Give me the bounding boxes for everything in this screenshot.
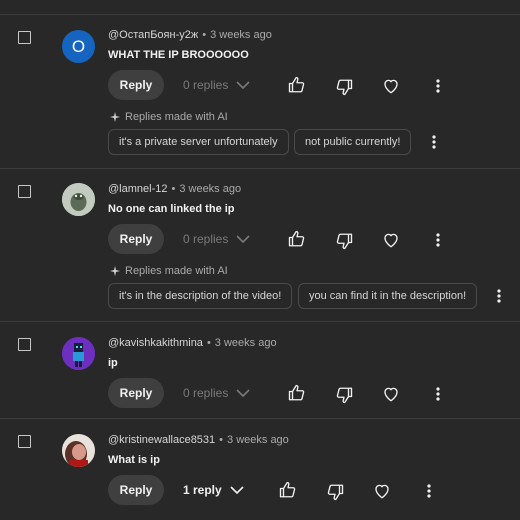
thumbs-up-icon [288,384,305,401]
author-handle[interactable]: @lamnel-12 [108,183,167,195]
suggested-reply-chip[interactable]: not public currently! [294,129,412,155]
comment-age[interactable]: 3 weeks ago [179,183,241,195]
suggestions-more-button[interactable] [424,132,444,152]
replies-toggle[interactable]: 1 reply [183,483,244,497]
more-actions-button[interactable] [428,76,448,96]
meta-separator: • [219,434,224,446]
dislike-button[interactable] [334,385,354,405]
comment-age[interactable]: 3 weeks ago [227,434,289,446]
comment-item: @lamnel-12 • 3 weeks ago No one can linked… [0,169,520,321]
comment-meta: @kristinewallace8531 • 3 weeks ago [108,434,289,446]
comment-text: No one can linked the ip [108,203,235,215]
ai-replies-text: Replies made with AI [125,265,228,277]
comment-text: WHAT THE IP BROOOOOO [108,49,249,61]
dislike-button[interactable] [325,482,345,502]
comment-meta: @ОстапБоян-у2ж • 3 weeks ago [108,29,272,41]
heart-button[interactable] [372,481,392,501]
like-button[interactable] [287,383,307,403]
heart-icon [384,233,398,248]
more-vert-icon [436,387,440,401]
select-checkbox[interactable] [18,435,31,448]
more-actions-button[interactable] [419,481,439,501]
heart-button[interactable] [381,230,401,250]
more-vert-icon [436,79,440,93]
thumbs-down-icon [327,484,344,501]
thumbs-down-icon [336,387,353,404]
avatar[interactable] [62,434,95,467]
dislike-button[interactable] [334,231,354,251]
comment-item: О @ОстапБоян-у2ж • 3 weeks ago WHAT THE IP… [0,15,520,168]
replies-toggle[interactable]: 0 replies [183,78,250,92]
comment-item: @kavishkakithmina • 3 weeks ago ip Reply 0… [0,322,520,418]
replies-count: 0 replies [183,78,229,92]
heart-button[interactable] [381,384,401,404]
meta-separator: • [202,29,207,41]
more-vert-icon [497,289,501,303]
chevron-down-icon [236,81,250,90]
comment-text: ip [108,357,118,369]
select-checkbox[interactable] [18,338,31,351]
avatar-image [62,183,95,216]
reply-button[interactable]: Reply [108,224,164,254]
avatar-image [62,434,95,467]
author-handle[interactable]: @kavishkakithmina [108,337,203,349]
thumbs-down-icon [336,79,353,96]
heart-icon [384,79,398,94]
more-actions-button[interactable] [428,384,448,404]
suggestions-more-button[interactable] [489,286,509,306]
comment-text: What is ip [108,454,160,466]
replies-count: 0 replies [183,232,229,246]
more-actions-button[interactable] [428,230,448,250]
suggested-reply-chip[interactable]: you can find it in the description! [298,283,478,309]
thumbs-down-icon [336,233,353,250]
ai-replies-label: Replies made with AI [110,265,228,277]
sparkle-icon [110,112,120,122]
like-button[interactable] [278,480,298,500]
author-handle[interactable]: @kristinewallace8531 [108,434,215,446]
comment-age[interactable]: 3 weeks ago [210,29,272,41]
avatar-image [62,337,95,370]
thumbs-up-icon [279,481,296,498]
select-checkbox[interactable] [18,31,31,44]
replies-count: 1 reply [183,483,222,497]
more-vert-icon [427,484,431,498]
reply-button[interactable]: Reply [108,475,164,505]
chevron-down-icon [230,486,244,495]
avatar[interactable]: О [62,30,95,63]
sparkle-icon [110,266,120,276]
comment-item: @kristinewallace8531 • 3 weeks ago What is… [0,419,520,520]
like-button[interactable] [287,75,307,95]
ai-replies-text: Replies made with AI [125,111,228,123]
meta-separator: • [206,337,211,349]
ai-replies-label: Replies made with AI [110,111,228,123]
author-handle[interactable]: @ОстапБоян-у2ж [108,29,198,41]
dislike-button[interactable] [334,77,354,97]
chevron-down-icon [236,389,250,398]
avatar[interactable] [62,183,95,216]
more-vert-icon [436,233,440,247]
suggested-reply-chip[interactable]: it's a private server unfortunately [108,129,289,155]
select-checkbox[interactable] [18,185,31,198]
thumbs-up-icon [288,76,305,93]
comment-age[interactable]: 3 weeks ago [215,337,277,349]
reply-button[interactable]: Reply [108,378,164,408]
replies-count: 0 replies [183,386,229,400]
thumbs-up-icon [288,230,305,247]
like-button[interactable] [287,229,307,249]
heart-icon [375,484,389,499]
reply-button[interactable]: Reply [108,70,164,100]
heart-button[interactable] [381,76,401,96]
heart-icon [384,387,398,402]
avatar-letter: О [71,36,86,56]
meta-separator: • [171,183,176,195]
chevron-down-icon [236,235,250,244]
previous-comment-end [0,0,520,14]
comment-meta: @kavishkakithmina • 3 weeks ago [108,337,277,349]
suggested-reply-chip[interactable]: it's in the description of the video! [108,283,293,309]
avatar[interactable] [62,337,95,370]
replies-toggle[interactable]: 0 replies [183,386,250,400]
comment-meta: @lamnel-12 • 3 weeks ago [108,183,241,195]
more-vert-icon [432,135,436,149]
replies-toggle[interactable]: 0 replies [183,232,250,246]
